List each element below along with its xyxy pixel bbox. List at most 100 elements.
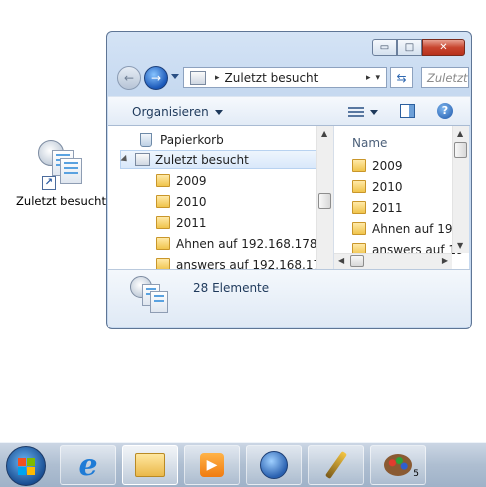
taskbar-internet-explorer[interactable]: e bbox=[60, 445, 116, 485]
tree-item-label: Papierkorb bbox=[160, 132, 224, 147]
column-header-name[interactable]: Name bbox=[352, 136, 387, 150]
tree-item-folder[interactable]: 2011 bbox=[156, 213, 207, 232]
taskbar-windows-explorer[interactable] bbox=[122, 445, 178, 485]
tree-item-label: 2011 bbox=[176, 215, 207, 230]
taskbar-paint-palette[interactable]: 5 bbox=[370, 445, 426, 485]
tree-item-label: 2010 bbox=[176, 194, 207, 209]
view-dropdown-icon[interactable] bbox=[370, 110, 378, 115]
tree-item-folder[interactable]: Ahnen auf 192.168.178.1 bbox=[156, 234, 329, 253]
scrollbar-thumb[interactable] bbox=[454, 142, 467, 158]
expand-arrow-icon[interactable] bbox=[120, 154, 130, 165]
list-item-label: 2009 bbox=[372, 158, 403, 173]
close-button[interactable]: ✕ bbox=[422, 39, 465, 56]
scrollbar-thumb[interactable] bbox=[350, 255, 364, 267]
navigation-scrollbar[interactable]: ▲ bbox=[316, 126, 333, 269]
folder-icon bbox=[156, 258, 170, 269]
minimize-button[interactable]: ▭ bbox=[372, 39, 397, 56]
forward-button[interactable]: → bbox=[144, 66, 168, 90]
folder-icon bbox=[156, 237, 170, 250]
minimize-icon: ▭ bbox=[379, 42, 390, 53]
scroll-right-icon[interactable]: ▶ bbox=[442, 256, 448, 265]
chevron-down-icon bbox=[214, 110, 223, 115]
folder-icon bbox=[156, 174, 170, 187]
list-item[interactable]: Ahnen auf 192 bbox=[352, 219, 460, 238]
tree-item-recent-places[interactable]: Zuletzt besucht bbox=[120, 150, 318, 169]
recycle-bin-icon bbox=[140, 132, 152, 147]
shortcut-arrow-icon: ↗ bbox=[42, 176, 56, 190]
internet-explorer-icon: e bbox=[78, 447, 98, 483]
list-item[interactable]: 2009 bbox=[352, 156, 403, 175]
taskbar-media-player[interactable]: ▶ bbox=[184, 445, 240, 485]
list-item[interactable]: 2011 bbox=[352, 198, 403, 217]
recent-places-icon bbox=[190, 70, 206, 85]
folder-icon bbox=[156, 195, 170, 208]
scroll-down-icon[interactable]: ▼ bbox=[457, 241, 463, 250]
forward-arrow-icon: → bbox=[150, 71, 162, 85]
start-button[interactable] bbox=[6, 446, 46, 486]
windows-logo-quadrant bbox=[27, 467, 35, 475]
media-player-icon: ▶ bbox=[200, 453, 224, 477]
paint-brush-icon bbox=[324, 450, 348, 480]
folder-icon bbox=[156, 216, 170, 229]
taskbar-paint[interactable] bbox=[308, 445, 364, 485]
scrollbar-thumb[interactable] bbox=[318, 193, 331, 209]
windows-logo-icon bbox=[18, 458, 26, 466]
search-input[interactable]: Zuletzt bbox=[421, 67, 469, 88]
folder-icon bbox=[352, 180, 366, 193]
list-item-label: Ahnen auf 192 bbox=[372, 221, 461, 236]
file-list-vscrollbar[interactable]: ▲ ▼ bbox=[452, 126, 469, 253]
folder-icon bbox=[352, 222, 366, 235]
tree-item-folder[interactable]: answers auf 192.168.178.1 bbox=[156, 255, 334, 270]
refresh-button[interactable]: ⇆ bbox=[390, 67, 413, 88]
explorer-window[interactable]: ▭ □ ✕ ← → ▸ Zuletzt besucht ▸ ▾ ⇆ Zuletz… bbox=[106, 31, 472, 329]
taskbar-thunderbird[interactable] bbox=[246, 445, 302, 485]
details-pane: 28 Elemente bbox=[108, 269, 470, 327]
organize-button[interactable]: Organisieren bbox=[132, 105, 223, 119]
address-path[interactable]: Zuletzt besucht bbox=[225, 71, 361, 85]
command-bar: Organisieren ? bbox=[108, 96, 470, 126]
close-icon: ✕ bbox=[439, 42, 448, 53]
address-bar[interactable]: ▸ Zuletzt besucht ▸ ▾ bbox=[183, 67, 387, 88]
list-item[interactable]: 2010 bbox=[352, 177, 403, 196]
recent-places-icon: ↗ bbox=[36, 140, 86, 190]
recent-places-icon bbox=[135, 153, 150, 166]
back-button[interactable]: ← bbox=[117, 66, 141, 90]
recent-pages-dropdown[interactable] bbox=[171, 74, 179, 79]
tree-item-folder[interactable]: 2010 bbox=[156, 192, 207, 211]
desktop-icon-recent-places[interactable]: ↗ Zuletzt besucht bbox=[14, 140, 108, 208]
change-view-icon[interactable] bbox=[348, 105, 364, 117]
breadcrumb-separator-icon[interactable]: ▸ bbox=[215, 73, 220, 83]
folder-icon bbox=[352, 201, 366, 214]
list-item-label: 2011 bbox=[372, 200, 403, 215]
tree-item-label: answers auf 192.168.178.1 bbox=[176, 257, 334, 270]
tree-item-label: Zuletzt besucht bbox=[155, 152, 249, 167]
desktop-icon-label: Zuletzt besucht bbox=[16, 194, 106, 208]
windows-logo-quadrant bbox=[18, 467, 26, 475]
organize-label: Organisieren bbox=[132, 105, 209, 119]
address-dropdown-icon[interactable]: ▾ bbox=[375, 73, 380, 83]
maximize-icon: □ bbox=[404, 42, 415, 53]
file-list-pane[interactable]: Name 2009 2010 2011 Ahnen auf 192 answer… bbox=[334, 126, 469, 269]
item-count: 28 Elemente bbox=[193, 281, 270, 295]
help-icon[interactable]: ? bbox=[437, 103, 453, 119]
scroll-left-icon[interactable]: ◀ bbox=[338, 256, 344, 265]
file-list-hscrollbar[interactable]: ◀ ▶ bbox=[334, 253, 452, 269]
scroll-up-icon[interactable]: ▲ bbox=[457, 129, 463, 138]
tree-item-label: 2009 bbox=[176, 173, 207, 188]
list-item-label: 2010 bbox=[372, 179, 403, 194]
refresh-icon: ⇆ bbox=[396, 70, 407, 85]
paint-palette-icon bbox=[384, 454, 412, 476]
tree-item-label: Ahnen auf 192.168.178.1 bbox=[176, 236, 330, 251]
folder-icon bbox=[352, 159, 366, 172]
window-count-badge: 5 bbox=[413, 469, 419, 479]
preview-pane-icon[interactable] bbox=[400, 104, 415, 118]
thunderbird-icon bbox=[260, 451, 288, 479]
navigation-pane[interactable]: Papierkorb Zuletzt besucht 2009 2010 201… bbox=[108, 126, 334, 269]
windows-logo-quadrant bbox=[27, 458, 35, 466]
maximize-button[interactable]: □ bbox=[397, 39, 422, 56]
tree-item-recycle-bin[interactable]: Papierkorb bbox=[140, 130, 224, 149]
breadcrumb-expand-icon[interactable]: ▸ bbox=[366, 73, 371, 83]
scroll-up-icon[interactable]: ▲ bbox=[321, 129, 327, 138]
folder-icon bbox=[135, 453, 165, 477]
tree-item-folder[interactable]: 2009 bbox=[156, 171, 207, 190]
